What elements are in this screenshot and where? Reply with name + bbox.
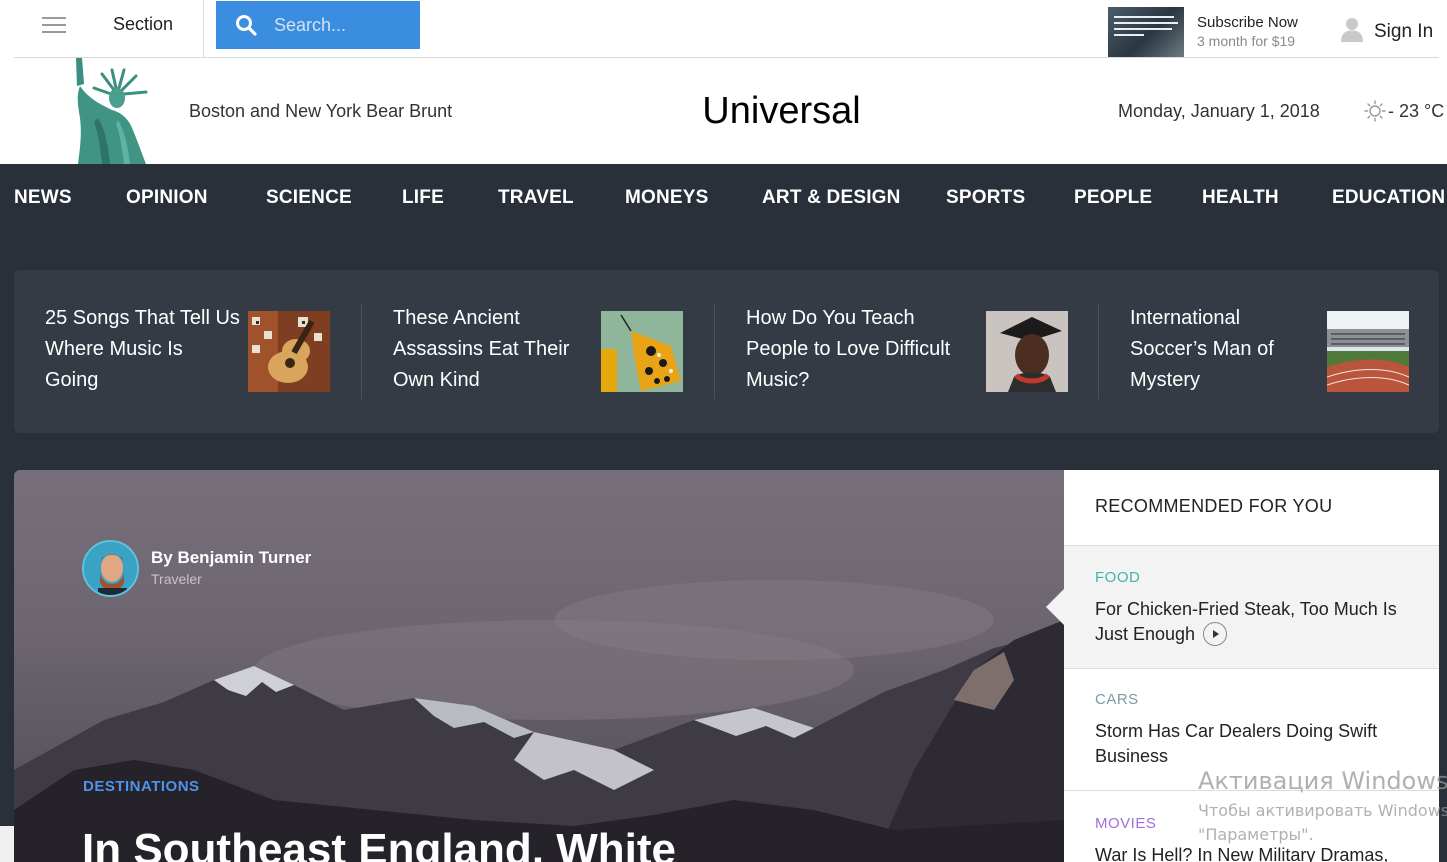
featured-title[interactable]: How Do You Teach People to Love Difficul… (746, 303, 961, 396)
hamburger-icon[interactable] (42, 16, 66, 34)
featured-separator (714, 304, 715, 399)
recommended-title-text[interactable]: For Chicken-Fried Steak, Too Much Is Jus… (1095, 599, 1397, 644)
page-edge (0, 826, 14, 862)
main-navigation: NEWS OPINION SCIENCE LIFE TRAVEL MONEYS … (0, 164, 1447, 232)
recommended-title[interactable]: For Chicken-Fried Steak, Too Much Is Jus… (1095, 597, 1405, 647)
recommended-heading: RECOMMENDED FOR YOU (1095, 496, 1333, 516)
nav-item-sports[interactable]: SPORTS (946, 187, 1025, 209)
masthead: Boston and New York Bear Brunt Universal… (0, 58, 1447, 164)
nav-item-education[interactable]: EDUCATION (1332, 187, 1445, 209)
windows-activation-title: Активация Windows (1198, 767, 1447, 795)
search-bar[interactable] (216, 1, 420, 49)
windows-activation-text: Чтобы активировать Windows (1198, 801, 1447, 820)
nav-item-health[interactable]: HEALTH (1202, 187, 1279, 209)
nav-item-travel[interactable]: TRAVEL (498, 187, 574, 209)
subscribe-price: 3 month for $19 (1197, 33, 1296, 49)
mountain-background-image (14, 580, 1064, 862)
recommended-title[interactable]: Storm Has Car Dealers Doing Swift Busine… (1095, 719, 1405, 769)
featured-title[interactable]: These Ancient Assassins Eat Their Own Ki… (393, 303, 588, 396)
hero-article[interactable]: By Benjamin Turner Traveler DESTINATIONS… (14, 470, 1064, 862)
stadium-image (1327, 311, 1409, 392)
guitar-image (248, 311, 330, 392)
subscribe-thumbnail[interactable] (1108, 7, 1184, 57)
nav-item-opinion[interactable]: OPINION (126, 187, 208, 209)
featured-separator (361, 304, 362, 399)
search-input[interactable] (274, 14, 414, 36)
nav-item-art-design[interactable]: ART & DESIGN (762, 187, 901, 209)
featured-thumbnail[interactable] (1327, 311, 1409, 392)
recommended-title[interactable]: War Is Hell? In New Military Dramas, (1095, 843, 1435, 862)
author-avatar[interactable] (82, 540, 139, 597)
featured-thumbnail[interactable] (248, 311, 330, 392)
search-icon[interactable] (235, 14, 257, 36)
top-bar: Section Subscribe Now 3 month for $19 Si… (0, 0, 1447, 58)
sign-in-link[interactable]: Sign In (1374, 21, 1433, 43)
site-brand-name[interactable]: Universal (702, 90, 860, 132)
butterfly-image (601, 311, 683, 392)
recommended-item[interactable]: FOOD For Chicken-Fried Steak, Too Much I… (1064, 546, 1439, 668)
active-item-pointer (1046, 589, 1064, 625)
nav-item-life[interactable]: LIFE (402, 187, 444, 209)
featured-title[interactable]: International Soccer’s Man of Mystery (1130, 303, 1305, 396)
current-date: Monday, January 1, 2018 (1118, 101, 1320, 121)
nav-item-moneys[interactable]: MONEYS (625, 187, 709, 209)
featured-thumbnail[interactable] (601, 311, 683, 392)
featured-thumbnail[interactable] (986, 311, 1068, 392)
nav-item-news[interactable]: NEWS (14, 187, 72, 209)
author-role: Traveler (151, 571, 202, 587)
windows-activation-settings: "Параметры". (1198, 825, 1314, 844)
author-name[interactable]: By Benjamin Turner (151, 548, 311, 568)
topbar-divider (203, 0, 204, 57)
hero-title[interactable]: In Southeast England, White (82, 825, 676, 862)
section-menu-label[interactable]: Section (113, 14, 173, 35)
man-headphones-image (986, 311, 1068, 392)
recommended-category[interactable]: MOVIES (1095, 815, 1156, 832)
sun-icon (1364, 100, 1386, 122)
nav-item-science[interactable]: SCIENCE (266, 187, 352, 209)
recommended-category[interactable]: FOOD (1095, 569, 1140, 586)
recommended-category[interactable]: CARS (1095, 691, 1139, 708)
featured-strip: 25 Songs That Tell Us Where Music Is Goi… (14, 270, 1439, 433)
hero-category-link[interactable]: DESTINATIONS (83, 778, 200, 795)
featured-separator (1098, 304, 1099, 399)
featured-title[interactable]: 25 Songs That Tell Us Where Music Is Goi… (45, 303, 240, 396)
nav-item-people[interactable]: PEOPLE (1074, 187, 1152, 209)
user-icon[interactable] (1340, 16, 1364, 42)
subscribe-title[interactable]: Subscribe Now (1197, 14, 1298, 31)
play-icon[interactable] (1203, 622, 1228, 646)
temperature: - 23 °C (1388, 101, 1445, 121)
